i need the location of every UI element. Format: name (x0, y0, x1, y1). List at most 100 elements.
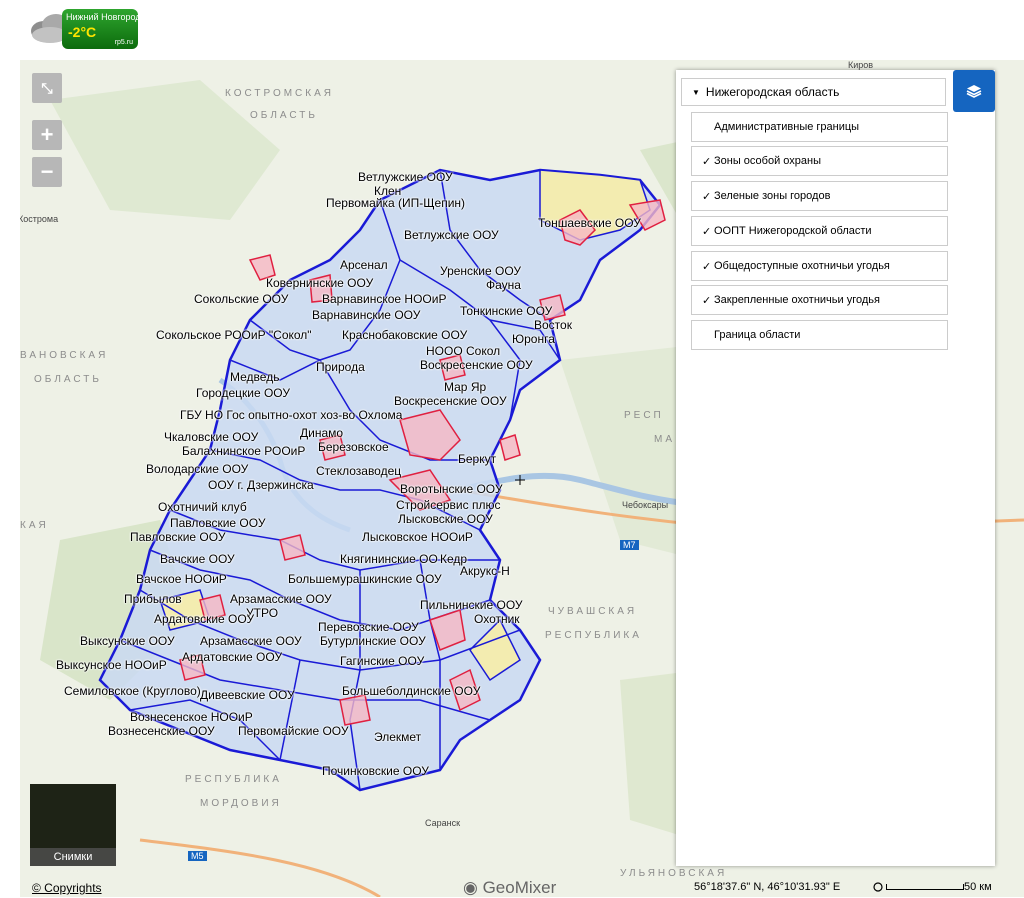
map-label: Выксунские ООУ (80, 634, 175, 648)
map-label: Вачские ООУ (160, 552, 235, 566)
layer-label: Зеленые зоны городов (714, 190, 831, 202)
map-label: Прибылов (124, 592, 182, 606)
road-badge: M5 (188, 851, 207, 861)
layer-label: Зоны особой охраны (714, 155, 821, 167)
layers-toggle-button[interactable] (953, 70, 995, 112)
map-label: Володарские ООУ (146, 462, 249, 476)
map-label: Павловские ООУ (130, 530, 226, 544)
map-label: ГБУ НО Гос опытно-охот хоз-во Охлома (180, 408, 403, 422)
brand-name: GeoMixer (482, 878, 557, 897)
layer-label: Общедоступные охотничьи угодья (714, 260, 890, 272)
map-label: Бутурлинские ООУ (320, 634, 426, 648)
geomixer-icon: ◉ (463, 878, 478, 897)
map-label: Большемурашкинские ООУ (288, 572, 442, 586)
collapse-button[interactable]: ⤡ (32, 73, 62, 103)
region-label: ОБЛАСТЬ (34, 374, 102, 385)
layer-item[interactable]: ✓ Закрепленные охотничьи угодья (691, 285, 948, 315)
map-label: Вознесенское НООиР (130, 710, 253, 724)
map-label: Лысковские ООУ (398, 512, 493, 526)
map-label: Природа (316, 360, 365, 374)
map-label: Арзамасские ООУ (230, 592, 332, 606)
region-label: МОРДОВИЯ (200, 798, 282, 809)
map-label: Пильнинские ООУ (420, 598, 523, 612)
checkmark-icon: ✓ (702, 294, 712, 307)
layers-panel: ▼ Нижегородская область Административные… (676, 70, 995, 866)
map-label: Березовское (318, 440, 389, 454)
map-label: Городецкие ООУ (196, 386, 290, 400)
map-label: Воротынские ООУ (400, 482, 503, 496)
weather-badge: Нижний Новгород -2°C rp5.ru (62, 9, 138, 49)
layers-icon (966, 85, 982, 98)
layer-item[interactable]: ✓ Зеленые зоны городов (691, 181, 948, 211)
scale-label: 50 км (964, 881, 992, 893)
map-label: ООУ г. Дзержинска (208, 478, 314, 492)
map-label: Краснобаковские ООУ (342, 328, 468, 342)
map-label: Тоншаевские ООУ (538, 216, 641, 230)
zoom-out-button[interactable]: − (32, 157, 62, 187)
layer-label: Закрепленные охотничьи угодья (714, 294, 880, 306)
map-label: Медведь (230, 370, 280, 384)
map-label: Восток (534, 318, 572, 332)
map-label: Беркут (458, 452, 497, 466)
region-label: ОБЛАСТЬ (250, 110, 318, 121)
region-label: УЛЬЯНОВСКАЯ (620, 868, 728, 879)
layer-label: Граница области (714, 329, 801, 341)
map-label: Выксунское НООиР (56, 658, 167, 672)
region-label: РЕСПУБЛИКА (545, 630, 642, 641)
map-label: Ардатовские ООУ (182, 650, 283, 664)
map-label: Княгининские ОО (340, 552, 438, 566)
region-label: КОСТРОМСКАЯ (225, 88, 334, 99)
geomixer-logo: ◉ GeoMixer (463, 878, 556, 898)
region-label: РЕСП (624, 410, 664, 421)
weather-widget[interactable]: Нижний Новгород -2°C rp5.ru (28, 3, 140, 51)
region-label: КАЯ (20, 520, 49, 531)
layer-item[interactable]: ✓ Общедоступные охотничьи угодья (691, 251, 948, 281)
layer-group-title: Нижегородская область (705, 85, 840, 99)
map-label: НООО Сокол (426, 344, 501, 358)
layer-item[interactable]: ✓ Зоны особой охраны (691, 146, 948, 176)
imagery-thumbnail[interactable]: Снимки (30, 784, 116, 866)
weather-temp: -2°C (68, 24, 97, 40)
layer-item[interactable]: Граница области (691, 320, 948, 350)
map-label: Мар Яр (444, 380, 487, 394)
layer-item[interactable]: ✓ ООПТ Нижегородской области (691, 216, 948, 246)
map-label: Первомайка (ИП-Щепин) (326, 196, 466, 210)
map-label: Стеклозаводец (316, 464, 402, 478)
map-label: Динамо (300, 426, 344, 440)
layer-item[interactable]: Административные границы (691, 112, 948, 142)
map-label: Перевозские ООУ (318, 620, 419, 634)
map-label: Сокольское РООиР "Сокол" (156, 328, 312, 342)
map-label: Павловские ООУ (170, 516, 266, 530)
map-label: Воскресенские ООУ (394, 394, 507, 408)
scale-bar (886, 884, 964, 890)
map-label: Тонкинские ООУ (460, 304, 553, 318)
checkmark-icon: ✓ (702, 260, 712, 273)
weather-source: rp5.ru (114, 39, 133, 46)
layer-label: ООПТ Нижегородской области (714, 225, 872, 237)
map-label: Охотник (474, 612, 520, 626)
region-label: МА (654, 434, 675, 445)
caret-down-icon: ▼ (692, 87, 700, 97)
map-label: Варнавинское НООиР (322, 292, 447, 306)
city-label: Кострома (20, 214, 59, 224)
layer-label: Административные границы (714, 121, 860, 133)
map-label: Варнавинские ООУ (312, 308, 421, 322)
map-label: Вачское НООиР (136, 572, 227, 586)
zoom-in-button[interactable]: + (32, 120, 62, 150)
map-label: Ветлужские ООУ (358, 170, 453, 184)
map-label: Арсенал (340, 258, 388, 272)
city-label: Чебоксары (622, 500, 669, 510)
checkmark-icon: ✓ (702, 155, 712, 168)
layer-group-header[interactable]: ▼ Нижегородская область (681, 78, 946, 106)
checkmark-icon: ✓ (702, 190, 712, 203)
region-label: РЕСПУБЛИКА (185, 774, 282, 785)
map-label: Юронга (512, 332, 555, 346)
region-label: ЧУВАШСКАЯ (548, 606, 638, 617)
map-label: Ветлужские ООУ (404, 228, 499, 242)
map-label: Охотничий клуб (158, 500, 247, 514)
map-label: Вознесенские ООУ (108, 724, 215, 738)
map-label: Починковские ООУ (322, 764, 429, 778)
map-label: Лысковское НООиР (362, 530, 473, 544)
copyright-link[interactable]: © Copyrights (32, 881, 102, 895)
locate-icon[interactable] (872, 881, 884, 893)
